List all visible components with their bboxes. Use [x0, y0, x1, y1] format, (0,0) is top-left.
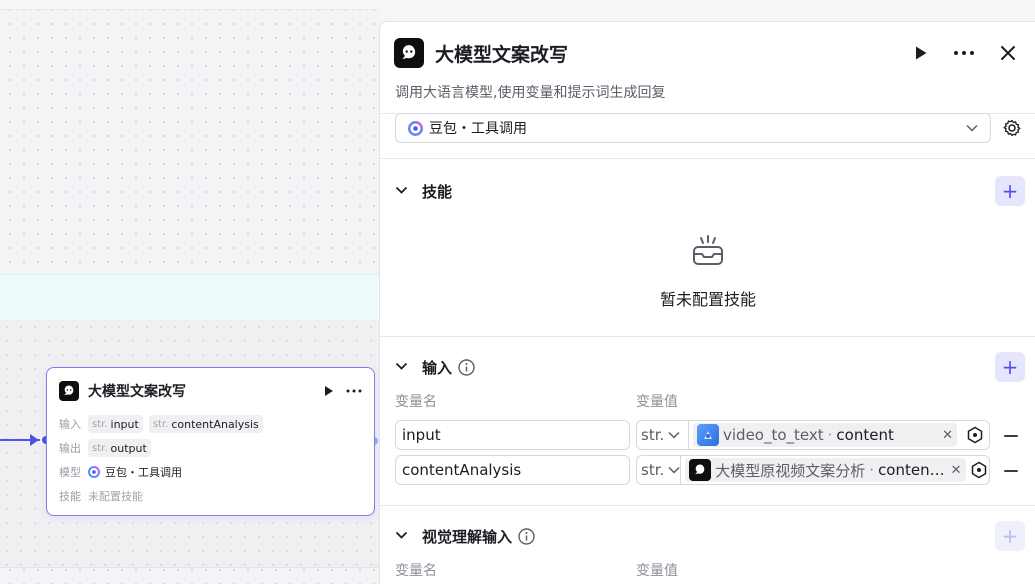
node-model-value: 豆包・工具调用 [105, 466, 182, 479]
chevron-down-icon[interactable] [395, 183, 411, 199]
chevron-down-icon [966, 124, 978, 132]
more-icon[interactable] [954, 51, 974, 55]
node-run-icon[interactable] [324, 385, 334, 397]
model-select-value: 豆包・工具调用 [429, 121, 527, 137]
doubao-logo-icon [88, 466, 100, 478]
col-label-value: 变量值 [636, 563, 678, 579]
gear-icon[interactable] [1003, 119, 1021, 137]
type-select[interactable]: str. [637, 421, 689, 449]
node-row-model: 模型 豆包・工具调用 [59, 463, 362, 481]
info-icon[interactable] [458, 358, 475, 376]
input-tag: str. contentAnalysis [148, 415, 263, 433]
page-top-strip [380, 0, 1035, 21]
add-skill-button[interactable]: + [995, 176, 1025, 206]
col-label-name: 变量名 [395, 394, 437, 410]
row-key: 技能 [59, 490, 81, 503]
clear-icon[interactable]: ✕ [945, 463, 962, 478]
variable-reference-chip[interactable]: video_to_text · content ✕ [693, 423, 957, 447]
variable-picker-icon[interactable] [961, 421, 989, 449]
close-icon[interactable] [1000, 45, 1016, 61]
reference-separator: · [869, 461, 875, 479]
type-select-value: str. [641, 461, 665, 479]
edge-arrow-icon [30, 434, 39, 446]
reference-node-name: 大模型原视频文案分析 [715, 461, 866, 480]
reference-field: content [836, 426, 894, 444]
type-select-value: str. [641, 426, 665, 444]
node-more-icon[interactable] [346, 389, 362, 393]
output-tag: str. output [88, 439, 151, 457]
row-key: 模型 [59, 466, 81, 479]
node-skill-value: 未配置技能 [88, 490, 143, 503]
node-config-panel: 大模型文案改写 调用大语言模型,使用变量和提示词生成回复 豆包・工具调用 技能 … [379, 21, 1035, 584]
add-input-button[interactable]: + [995, 352, 1025, 382]
chevron-down-icon [668, 431, 680, 439]
reference-field: conten… [878, 461, 945, 479]
row-key: 输出 [59, 442, 81, 455]
skills-section-header[interactable]: 技能 + [395, 176, 1025, 206]
reference-node-name: video_to_text [723, 426, 824, 444]
variable-name-input[interactable]: input [395, 420, 630, 450]
llm-node-card[interactable]: 大模型文案改写 输入 str. input str. contentAnalysis… [46, 367, 375, 516]
video-node-icon [697, 424, 719, 446]
type-select[interactable]: str. [637, 456, 682, 484]
panel-title[interactable]: 大模型文案改写 [435, 40, 568, 67]
info-icon[interactable] [518, 527, 535, 545]
llm-logo-icon [689, 459, 712, 481]
variable-picker-icon[interactable] [970, 456, 989, 484]
panel-description: 调用大语言模型,使用变量和提示词生成回复 [395, 85, 666, 101]
workflow-canvas[interactable]: 大模型文案改写 输入 str. input str. contentAnalysis… [0, 0, 380, 584]
node-row-output: 输出 str. output [59, 439, 362, 457]
skills-section-title: 技能 [422, 182, 453, 201]
inputs-section-header[interactable]: 输入 + [395, 352, 1025, 382]
remove-input-button[interactable] [1004, 470, 1018, 472]
variable-value-field[interactable]: str. video_to_text · content ✕ [636, 420, 990, 450]
inputs-section-title: 输入 [422, 358, 453, 377]
skills-empty-text: 暂未配置技能 [659, 290, 756, 309]
divider [380, 336, 1035, 337]
llm-logo-icon [59, 381, 79, 401]
node-header: 大模型文案改写 [59, 380, 362, 402]
chevron-down-icon[interactable] [395, 528, 411, 544]
panel-header: 大模型文案改写 [394, 38, 1022, 68]
col-label-name: 变量名 [395, 563, 437, 579]
reference-separator: · [827, 426, 833, 444]
node-row-input: 输入 str. input str. contentAnalysis [59, 415, 362, 433]
input-tag: str. input [88, 415, 143, 433]
variable-name-input[interactable]: contentAnalysis [395, 455, 630, 485]
node-title: 大模型文案改写 [88, 384, 186, 400]
canvas-top-strip [0, 0, 380, 10]
col-label-value: 变量值 [636, 394, 678, 410]
llm-logo-icon [394, 38, 424, 68]
doubao-logo-icon [408, 120, 423, 136]
vision-inputs-section-title: 视觉理解输入 [422, 527, 513, 546]
vision-inputs-section-header[interactable]: 视觉理解输入 + [395, 521, 1025, 551]
chevron-down-icon[interactable] [395, 359, 411, 375]
row-key: 输入 [59, 418, 81, 431]
divider [380, 505, 1035, 506]
variable-reference-chip[interactable]: 大模型原视频文案分析 · conten… ✕ [685, 458, 966, 482]
variable-value-field[interactable]: str. 大模型原视频文案分析 · conten… ✕ [636, 455, 990, 485]
node-row-skill: 技能 未配置技能 [59, 487, 362, 505]
remove-input-button[interactable] [1004, 435, 1018, 437]
clear-icon[interactable]: ✕ [936, 428, 953, 443]
chevron-down-icon [668, 466, 680, 474]
skills-empty-state: 暂未配置技能 [380, 234, 1035, 310]
empty-box-icon [691, 234, 725, 272]
loop-container-header [0, 274, 380, 320]
add-vision-input-button[interactable]: + [995, 521, 1025, 551]
model-select[interactable]: 豆包・工具调用 [395, 113, 991, 143]
run-icon[interactable] [914, 45, 928, 61]
divider [380, 158, 1035, 159]
